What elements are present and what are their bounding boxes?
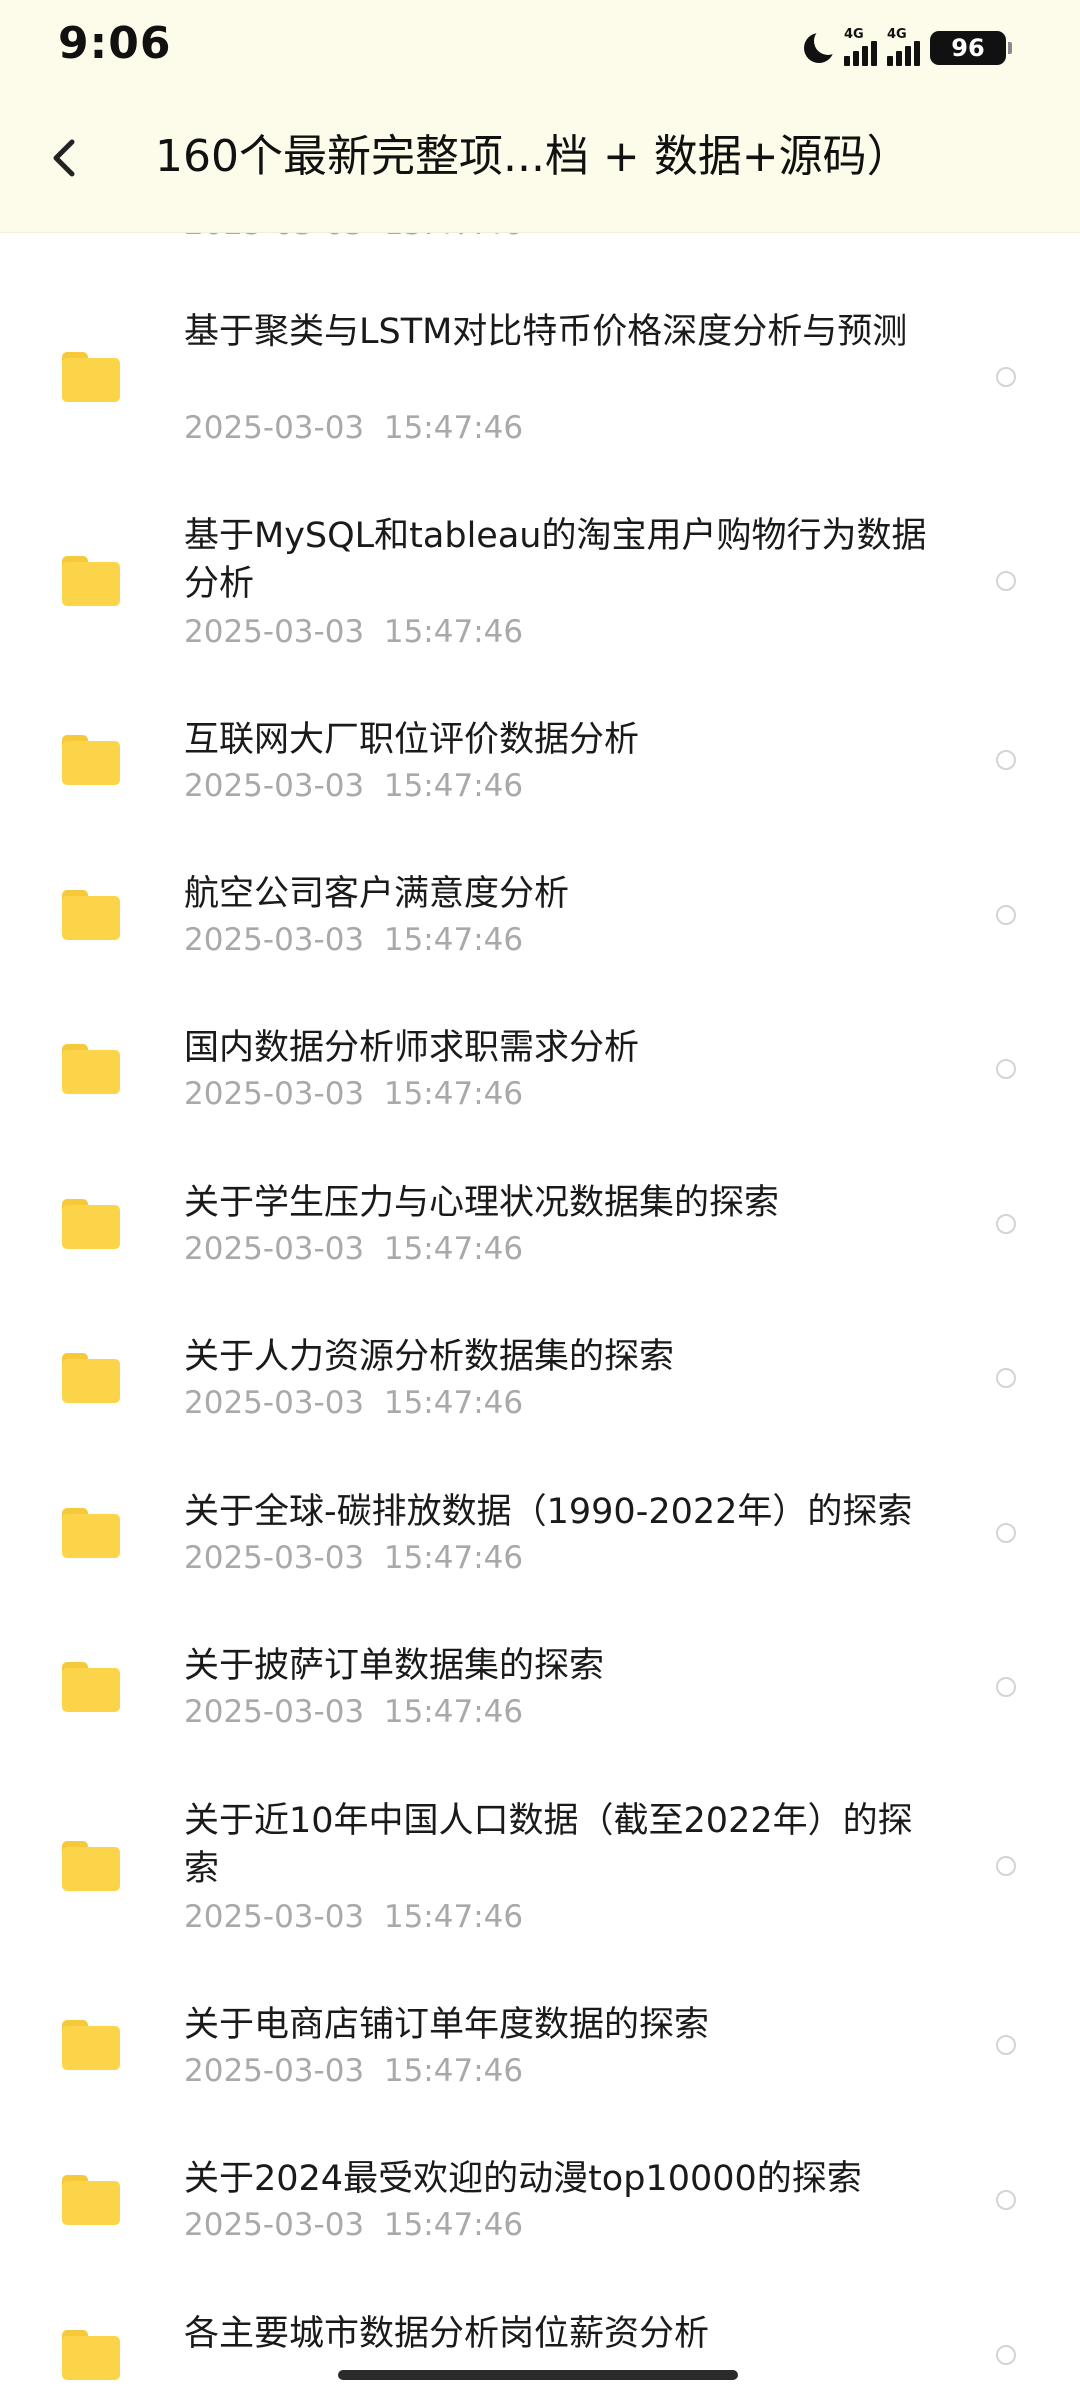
- file-date: 2025-03-03 15:47:46: [184, 1540, 524, 1576]
- page-title: 160个最新完整项...档 + 数据+源码）: [155, 131, 911, 182]
- file-name: 关于全球-碳排放数据（1990-2022年）的探索: [184, 1492, 913, 1532]
- file-date: 2025-03-03 15:47:46: [184, 1076, 524, 1112]
- top-bar: 9:06 4G 4G 96 160个最新完整项...档 + 数据+源码）: [0, 0, 1080, 233]
- file-date: 2025-03-03 15:47:46: [184, 922, 524, 958]
- file-list: 2025-03-03 15:47:46 基于聚类与LSTM对比特币价格深度分析与…: [0, 0, 1080, 2400]
- folder-icon: [62, 2020, 120, 2070]
- select-checkbox[interactable]: [996, 2035, 1016, 2055]
- file-date: 2025-03-03 15:47:46: [184, 1694, 524, 1730]
- select-checkbox[interactable]: [996, 905, 1016, 925]
- file-name: 关于学生压力与心理状况数据集的探索: [184, 1183, 780, 1223]
- select-checkbox[interactable]: [996, 750, 1016, 770]
- battery-icon: 96: [930, 31, 1006, 65]
- network-type: 4G: [844, 26, 864, 42]
- folder-icon: [62, 1199, 120, 1249]
- file-date: 2025-03-03 15:47:46: [184, 1231, 524, 1267]
- select-checkbox[interactable]: [996, 367, 1016, 387]
- network-type: 4G: [887, 26, 907, 42]
- select-checkbox[interactable]: [996, 1059, 1016, 1079]
- file-date: 2025-03-03 15:47:46: [184, 768, 524, 804]
- file-date: 2025-03-03 15:47:46: [184, 1385, 524, 1421]
- file-name: 关于人力资源分析数据集的探索: [184, 1337, 675, 1377]
- file-date: 2025-03-03 15:47:46: [184, 2053, 524, 2089]
- back-button[interactable]: [34, 128, 94, 188]
- folder-icon: [62, 2175, 120, 2225]
- select-checkbox[interactable]: [996, 1523, 1016, 1543]
- status-icons: 4G 4G 96: [804, 26, 1012, 70]
- file-date: 2025-03-03 15:47:46: [184, 1899, 524, 1935]
- file-name: 关于电商店铺订单年度数据的探索: [184, 2005, 710, 2045]
- chevron-left-icon: [53, 139, 75, 177]
- file-name: 关于近10年中国人口数据（截至2022年）的探索: [184, 1801, 913, 1889]
- signal-icon: 4G: [887, 27, 920, 66]
- file-date: 2025-03-03 15:47:46: [184, 2207, 524, 2243]
- file-date: 2025-03-03 15:47:46: [184, 614, 524, 650]
- folder-icon: [62, 352, 120, 402]
- home-indicator[interactable]: [338, 2370, 738, 2380]
- file-name: 基于聚类与LSTM对比特币价格深度分析与预测: [184, 312, 908, 352]
- status-time: 9:06: [58, 18, 172, 69]
- folder-icon: [62, 1508, 120, 1558]
- file-name: 各主要城市数据分析岗位薪资分析: [184, 2314, 710, 2354]
- select-checkbox[interactable]: [996, 2190, 1016, 2210]
- file-name: 国内数据分析师求职需求分析: [184, 1028, 640, 1068]
- moon-icon: [804, 27, 842, 63]
- folder-icon: [62, 1841, 120, 1891]
- folder-icon: [62, 1662, 120, 1712]
- battery-tip: [1008, 42, 1012, 54]
- folder-icon: [62, 2330, 120, 2380]
- folder-icon: [62, 1353, 120, 1403]
- folder-icon: [62, 1044, 120, 1094]
- folder-icon: [62, 735, 120, 785]
- file-name: 航空公司客户满意度分析: [184, 874, 570, 914]
- select-checkbox[interactable]: [996, 1677, 1016, 1697]
- signal-icon: 4G: [844, 27, 877, 66]
- select-checkbox[interactable]: [996, 1214, 1016, 1234]
- select-checkbox[interactable]: [996, 1368, 1016, 1388]
- file-name: 关于2024最受欢迎的动漫top10000的探索: [184, 2159, 862, 2199]
- file-name: 关于披萨订单数据集的探索: [184, 1646, 605, 1686]
- file-name: 互联网大厂职位评价数据分析: [184, 720, 640, 760]
- select-checkbox[interactable]: [996, 571, 1016, 591]
- select-checkbox[interactable]: [996, 2345, 1016, 2365]
- folder-icon: [62, 556, 120, 606]
- file-date: 2025-03-03 15:47:46: [184, 410, 524, 446]
- file-name: 基于MySQL和tableau的淘宝用户购物行为数据分析: [184, 516, 927, 604]
- select-checkbox[interactable]: [996, 1856, 1016, 1876]
- folder-icon: [62, 890, 120, 940]
